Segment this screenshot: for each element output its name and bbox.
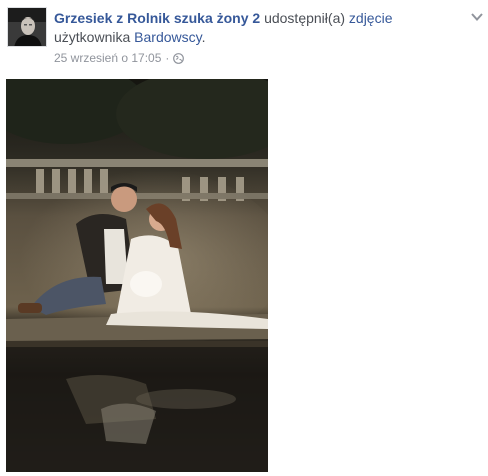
owner-suffix: . — [201, 29, 206, 45]
post-meta: 25 wrzesień o 17:05 · — [54, 51, 185, 65]
avatar[interactable] — [7, 7, 47, 47]
post-header: Grzesiek z Rolnik szuka żony 2 udostępni… — [54, 9, 454, 47]
author-link[interactable]: Grzesiek z Rolnik szuka żony 2 — [54, 10, 260, 26]
photo-link[interactable]: zdjęcie — [349, 10, 393, 26]
globe-icon[interactable] — [173, 52, 185, 64]
post-photo[interactable] — [6, 79, 268, 472]
owner-prefix: użytkownika — [54, 29, 131, 45]
meta-separator: · — [165, 51, 170, 65]
timestamp-link[interactable]: 25 wrzesień o 17:05 — [54, 51, 161, 65]
chevron-down-icon[interactable] — [470, 10, 484, 22]
action-text: udostępnił(a) — [264, 10, 346, 26]
owner-link[interactable]: Bardowscy — [134, 29, 201, 45]
